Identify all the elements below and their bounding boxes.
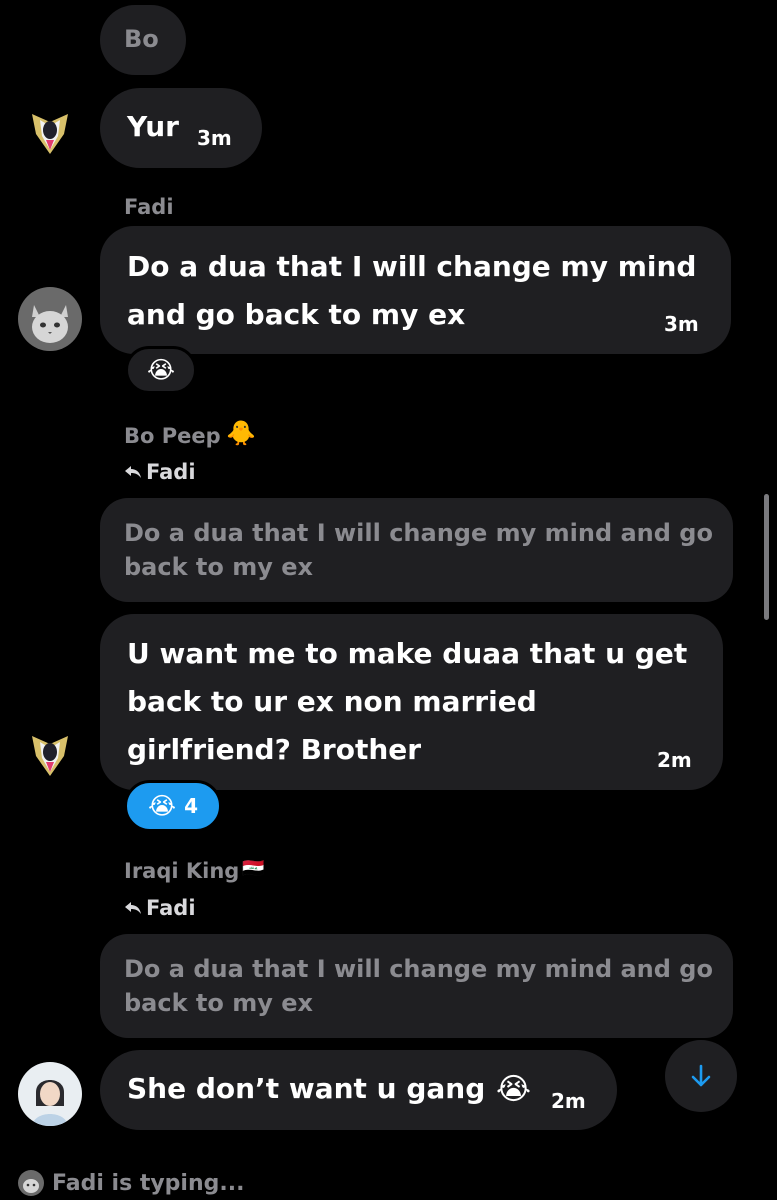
typing-text: Fadi is typing... [52, 1170, 245, 1196]
message-bubble-bo[interactable]: Bo [100, 5, 186, 75]
quoted-message[interactable]: Do a dua that I will change my mind and … [100, 934, 733, 1038]
avatar[interactable] [18, 722, 82, 786]
quoted-text: Do a dua that I will change my mind and … [124, 519, 713, 581]
message-bubble-iraqi[interactable]: She don’t want u gang 😭 2m [100, 1050, 617, 1130]
avatar[interactable] [18, 287, 82, 351]
message-bubble-bopeep[interactable]: U want me to make duaa that u get back t… [100, 614, 723, 790]
sender-name: Fadi [124, 195, 174, 219]
quoted-message[interactable]: Do a dua that I will change my mind and … [100, 498, 733, 602]
reply-arrow-icon [125, 902, 141, 914]
baby-chick-icon: 🐥 [226, 419, 256, 447]
scrollbar-thumb[interactable] [764, 494, 769, 620]
quoted-text: Do a dua that I will change my mind and … [124, 955, 713, 1017]
message-timestamp: 2m [657, 748, 692, 772]
avatar-image [18, 722, 82, 786]
reply-to-name: Fadi [146, 460, 196, 484]
typing-indicator: Fadi is typing... [18, 1168, 244, 1198]
avatar-image [18, 287, 82, 351]
crying-face-icon: 😭 [148, 792, 177, 820]
message-text: U want me to make duaa that u get back t… [127, 637, 688, 766]
crying-face-icon: 😭 [146, 356, 176, 384]
message-text: Do a dua that I will change my mind and … [127, 250, 697, 331]
scroll-to-bottom-button[interactable] [665, 1040, 737, 1112]
avatar[interactable] [18, 1062, 82, 1126]
avatar[interactable] [18, 100, 82, 164]
message-bubble-fadi[interactable]: Do a dua that I will change my mind and … [100, 226, 731, 354]
message-bubble-yur[interactable]: Yur 3m [100, 88, 262, 168]
message-timestamp: 3m [197, 126, 232, 150]
reaction-pill[interactable]: 😭 [125, 346, 197, 394]
sender-name: Iraqi King [124, 859, 240, 883]
crying-face-icon: 😭 [496, 1072, 532, 1107]
message-text: Yur [127, 110, 179, 143]
avatar-image [18, 100, 82, 164]
typing-avatar [18, 1170, 44, 1196]
reaction-pill-active[interactable]: 😭 4 [124, 780, 222, 832]
avatar-image [18, 1062, 82, 1126]
message-text: She don’t want u gang [127, 1072, 486, 1105]
message-timestamp: 3m [664, 312, 699, 336]
reply-arrow-icon [125, 466, 141, 478]
reply-to-name: Fadi [146, 896, 196, 920]
message-timestamp: 2m [551, 1089, 586, 1113]
reaction-count: 4 [184, 794, 198, 818]
message-text: Bo [124, 25, 159, 53]
iraq-flag-icon: 🇮🇶 [242, 858, 265, 879]
arrow-down-icon [691, 1064, 711, 1087]
sender-name: Bo Peep [124, 424, 221, 448]
